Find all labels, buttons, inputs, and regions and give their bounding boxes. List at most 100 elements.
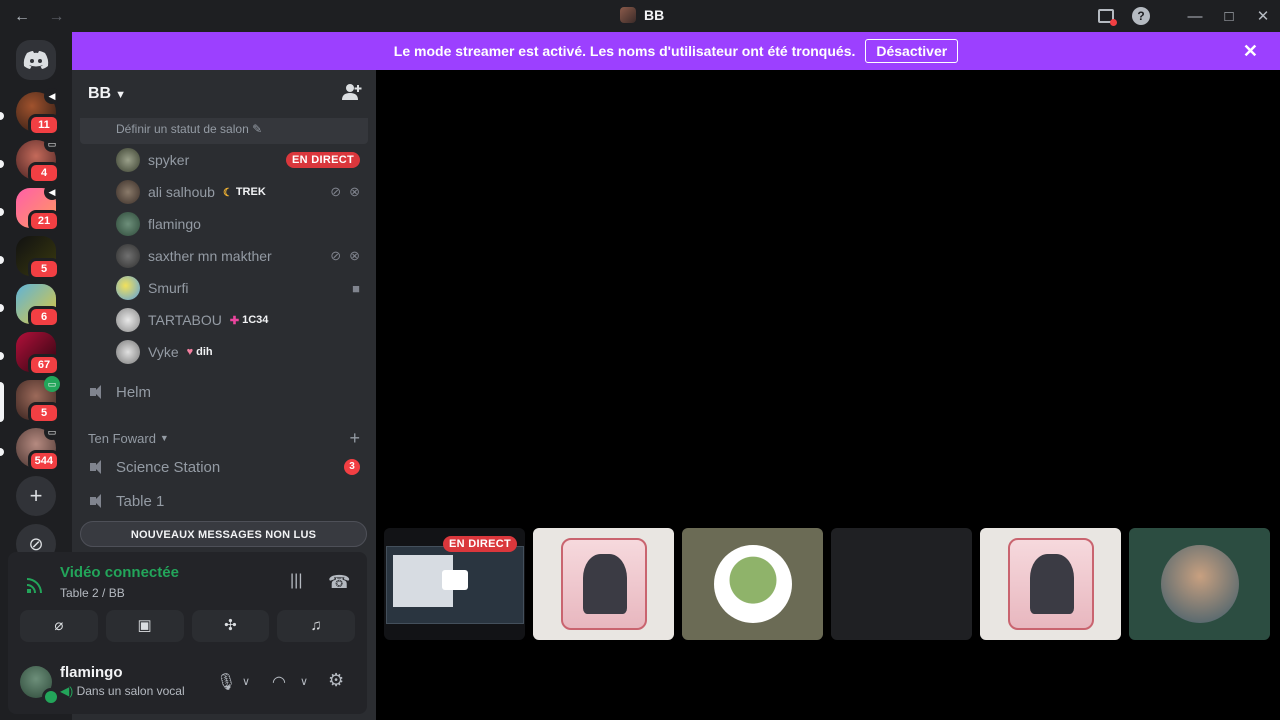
- chevron-down-icon: ▼: [159, 433, 169, 443]
- participant-tile[interactable]: [1129, 528, 1270, 640]
- forward-arrow-icon[interactable]: →: [48, 8, 64, 25]
- server-icon-bb[interactable]: ▭ 5: [16, 376, 60, 424]
- server-icon-2[interactable]: ▭ 4: [16, 136, 60, 184]
- window-controls: ? — □ ✕: [1088, 0, 1280, 32]
- chevron-down-icon: ▼: [115, 89, 126, 101]
- share-screen-button[interactable]: ▣: [105, 610, 184, 642]
- member-name: TARTABOU: [148, 312, 222, 328]
- avatar: [116, 212, 140, 236]
- camera-off-button[interactable]: ⌀: [20, 610, 98, 642]
- voice-member[interactable]: spyker EN DIRECT: [116, 147, 360, 173]
- clan-tag: ✚ 1C34: [229, 314, 269, 327]
- window-title: BB: [620, 7, 664, 23]
- server-icon-3[interactable]: ◀ 21: [16, 184, 60, 232]
- video-icon: ▭: [44, 376, 60, 392]
- help-icon[interactable]: ?: [1132, 7, 1150, 25]
- mention-badge: 544: [27, 450, 60, 472]
- avatar: [116, 276, 140, 300]
- maximize-button[interactable]: □: [1212, 8, 1246, 25]
- banner-message: Le mode streamer est activé. Les noms d'…: [393, 43, 856, 59]
- mention-badge: 4: [28, 162, 60, 184]
- voice-channel-table-1[interactable]: Table 1: [88, 486, 360, 516]
- server-icon-1[interactable]: ◀ 11: [16, 88, 60, 136]
- user-status-text: Dans un salon vocal: [76, 684, 185, 698]
- inbox-icon[interactable]: [1098, 9, 1117, 26]
- online-status-icon: [42, 688, 60, 706]
- channel-name: Science Station: [116, 458, 221, 476]
- close-banner-icon[interactable]: ✕: [1243, 41, 1258, 62]
- voice-channel-science-station[interactable]: Science Station 3: [88, 452, 360, 482]
- server-icon-4[interactable]: 5: [16, 236, 60, 280]
- voice-status-title[interactable]: Vidéo connectée: [60, 564, 179, 581]
- deafened-icon: ⊗: [349, 248, 360, 263]
- avatar: [116, 340, 140, 364]
- category-name: Ten Foward: [88, 430, 156, 446]
- member-name: flamingo: [148, 216, 201, 232]
- disconnect-icon[interactable]: ☎: [328, 572, 350, 593]
- signal-icon[interactable]: [26, 576, 44, 594]
- category-ten-foward[interactable]: Ten Foward ▼ +: [88, 428, 360, 449]
- server-icon-6[interactable]: 67: [16, 332, 60, 376]
- headphones-icon[interactable]: ◠: [272, 672, 286, 692]
- voice-channel-path[interactable]: Table 2 / BB: [60, 586, 125, 600]
- title-bar: ← → BB ? — □ ✕: [0, 0, 1280, 32]
- chevron-down-icon[interactable]: ∨: [242, 675, 250, 688]
- stream-tile[interactable]: EN DIRECT: [384, 528, 525, 640]
- voice-member[interactable]: ali salhoub ☾ TREK ⊘ ⊗: [116, 179, 360, 205]
- participant-tile[interactable]: [533, 528, 674, 640]
- member-name: saxther mn makther: [148, 248, 272, 264]
- deafened-icon: ⊗: [349, 184, 360, 199]
- mention-badge: 67: [28, 354, 60, 376]
- speaker-icon: [88, 493, 108, 509]
- minimize-button[interactable]: —: [1178, 8, 1212, 25]
- clan-tag: ☾ TREK: [222, 186, 266, 199]
- unread-pip: [0, 352, 4, 360]
- participant-tile[interactable]: [682, 528, 823, 640]
- username[interactable]: flamingo: [60, 664, 123, 681]
- channel-name: Table 1: [116, 492, 165, 510]
- new-unread-messages-button[interactable]: NOUVEAUX MESSAGES NON LUS: [80, 521, 367, 547]
- guild-name: BB: [88, 85, 112, 102]
- clan-icon: ✚: [229, 314, 240, 327]
- gear-icon[interactable]: ⚙: [328, 670, 344, 691]
- voice-member[interactable]: Smurfi ■: [116, 275, 360, 301]
- moon-icon: ☾: [222, 186, 233, 199]
- channel-status-prompt[interactable]: Définir un statut de salon ✎: [80, 118, 368, 144]
- streamer-mode-banner: Le mode streamer est activé. Les noms d'…: [72, 32, 1280, 70]
- noise-suppression-icon[interactable]: |||: [290, 572, 302, 590]
- disable-streamer-button[interactable]: Désactiver: [865, 39, 959, 63]
- participant-tile[interactable]: [980, 528, 1121, 640]
- speaker-icon: ◀: [44, 184, 60, 200]
- server-icon-8[interactable]: ▭ 544: [16, 424, 60, 472]
- discord-home-icon[interactable]: [16, 40, 56, 80]
- window-title-text: BB: [644, 7, 665, 23]
- voice-channel-helm[interactable]: Helm: [88, 377, 360, 407]
- back-arrow-icon[interactable]: ←: [14, 8, 30, 25]
- voice-member[interactable]: saxther mn makther ⊘ ⊗: [116, 243, 360, 269]
- soundboard-button[interactable]: ♫: [277, 610, 355, 642]
- voice-action-buttons: ⌀ ▣ ✣ ♫: [20, 610, 355, 642]
- voice-member[interactable]: flamingo: [116, 211, 360, 237]
- guild-header[interactable]: BB ▼: [72, 70, 376, 118]
- selected-pip: [0, 382, 4, 422]
- participant-tile[interactable]: [831, 528, 972, 640]
- member-name: Smurfi: [148, 280, 189, 296]
- microphone-icon[interactable]: 🎙: [216, 672, 236, 692]
- voice-member[interactable]: Vyke ♥ dih: [116, 339, 360, 365]
- activities-button[interactable]: ✣: [191, 610, 270, 642]
- screen-share-icon: ▭: [44, 424, 60, 440]
- speaker-icon: ◀): [60, 684, 77, 698]
- channel-name: Helm: [116, 383, 152, 401]
- clan-tag: ♥ dih: [186, 346, 213, 358]
- add-server-icon[interactable]: +: [16, 476, 56, 516]
- unread-count-badge: 3: [344, 459, 360, 475]
- server-icon-5[interactable]: 6: [16, 284, 60, 328]
- invite-icon[interactable]: [342, 83, 362, 106]
- chevron-down-icon[interactable]: ∨: [300, 675, 308, 688]
- speaker-icon: [88, 384, 108, 400]
- close-button[interactable]: ✕: [1246, 7, 1280, 25]
- add-channel-icon[interactable]: +: [349, 428, 360, 449]
- voice-member[interactable]: TARTABOU ✚ 1C34: [116, 307, 360, 333]
- avatar: [713, 545, 792, 623]
- muted-mic-icon: ⊘: [330, 184, 342, 199]
